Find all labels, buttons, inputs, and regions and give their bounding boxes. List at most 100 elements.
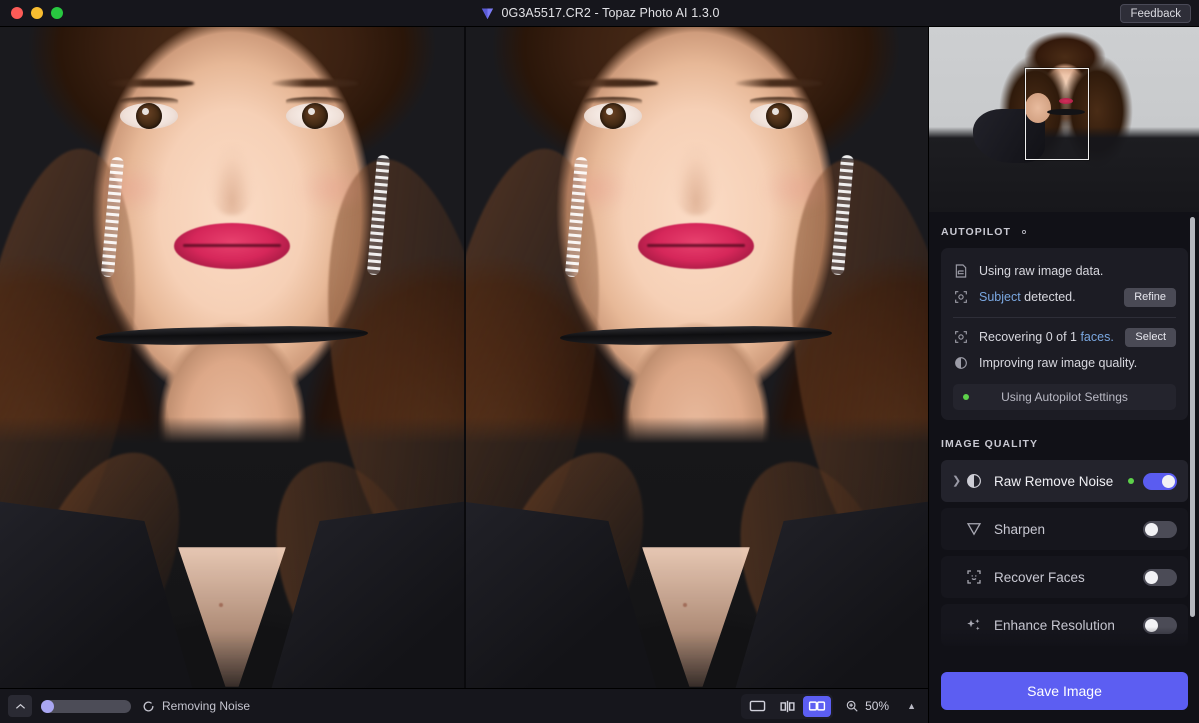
single-pane-icon (749, 700, 765, 712)
chest (178, 547, 286, 687)
cheek-right (762, 165, 832, 213)
maximize-window-button[interactable] (51, 7, 63, 19)
toggle-knob (1145, 522, 1158, 536)
autopilot-raw-text: Using raw image data. (979, 264, 1104, 278)
navigator-viewport-rect[interactable] (1025, 68, 1089, 160)
close-window-button[interactable] (11, 7, 23, 19)
topaz-logo-icon (481, 8, 493, 19)
zoom-menu-caret-icon[interactable]: ▲ (907, 701, 916, 711)
autopilot-faces-text: Recovering 0 of 1 faces. (979, 330, 1115, 344)
title-bar: 0G3A5517.CR2 - Topaz Photo AI 1.3.0 Feed… (0, 0, 1199, 27)
nose (673, 145, 719, 215)
view-controls: 50% ▲ (741, 693, 916, 719)
processed-preview-pane[interactable] (466, 27, 928, 688)
window-title-group: 0G3A5517.CR2 - Topaz Photo AI 1.3.0 (0, 6, 1199, 21)
filter-row-recover-faces[interactable]: Recover Faces (941, 556, 1188, 598)
toggle-knob (1162, 474, 1175, 488)
skin-mark (683, 603, 687, 607)
subject-detect-icon (955, 291, 967, 303)
navigator-thumbnail[interactable] (929, 27, 1199, 212)
autopilot-status-dot (963, 394, 969, 400)
faces-prefix: Recovering 0 of 1 (979, 330, 1081, 344)
filter-row-sharpen[interactable]: Sharpen (941, 508, 1188, 550)
save-button-container: Save Image (929, 659, 1199, 723)
noise-circle-icon (955, 357, 967, 369)
sparkle-icon (967, 619, 980, 631)
autopilot-subject-text: Subject detected. (979, 290, 1114, 304)
filter-label: Sharpen (994, 521, 1046, 537)
split-pane-icon (779, 700, 795, 712)
status-text: Removing Noise (162, 699, 251, 713)
raw-file-icon (955, 264, 967, 278)
view-mode-group (741, 693, 834, 719)
lips (174, 223, 290, 269)
filter-row-enhance-resolution[interactable]: Enhance Resolution (941, 604, 1188, 646)
feedback-button[interactable]: Feedback (1120, 4, 1191, 23)
gear-icon[interactable] (1018, 226, 1030, 238)
filter-label: Raw Remove Noise (994, 473, 1114, 489)
image-quality-section-header: IMAGE QUALITY (941, 438, 1188, 450)
iris-right (766, 103, 792, 129)
loading-spinner-icon (143, 701, 154, 711)
sidebar-scrollbar[interactable] (1190, 217, 1195, 617)
using-autopilot-settings-row[interactable]: Using Autopilot Settings (953, 384, 1176, 410)
single-view-button[interactable] (743, 696, 771, 717)
zoom-level-value: 50% (865, 699, 890, 713)
skin-mark (219, 603, 223, 607)
autopilot-row-quality: Improving raw image quality. (953, 350, 1176, 376)
status-bar: Removing Noise 50% ▲ (0, 688, 928, 723)
autopilot-section-header: AUTOPILOT (941, 226, 1188, 238)
eyebrow-right (736, 79, 822, 87)
faces-link[interactable]: faces. (1080, 330, 1113, 344)
lips (638, 223, 754, 269)
magnifier-icon[interactable] (845, 699, 859, 713)
dual-pane-icon (808, 701, 826, 711)
eyelid-left (584, 97, 642, 104)
minimize-window-button[interactable] (31, 7, 43, 19)
autopilot-divider (953, 317, 1176, 318)
right-sidebar: AUTOPILOT Using raw image data. Subject … (928, 27, 1199, 723)
filter-label: Recover Faces (994, 569, 1085, 585)
subject-link[interactable]: Subject (979, 290, 1021, 304)
original-preview-pane[interactable] (0, 27, 464, 688)
eyebrow-left (572, 79, 658, 87)
choker (559, 324, 833, 347)
collapse-panel-button[interactable] (8, 695, 32, 717)
image-canvas[interactable] (0, 27, 928, 688)
autopilot-card: Using raw image data. Subject detected. … (941, 248, 1188, 420)
filter-toggle-sharpen[interactable] (1143, 520, 1177, 538)
eyelid-left (120, 97, 178, 104)
eyebrow-right (272, 79, 358, 87)
cheek-right (298, 165, 368, 213)
choker (95, 324, 369, 347)
chevron-up-icon (15, 703, 25, 709)
face-detect-icon (955, 331, 967, 343)
nose (209, 145, 255, 215)
iris-left (600, 103, 626, 129)
refine-subject-button[interactable]: Refine (1124, 287, 1176, 307)
split-view-button[interactable] (773, 696, 801, 717)
save-image-button[interactable]: Save Image (941, 672, 1188, 710)
toggle-knob (1145, 570, 1158, 584)
zoom-controls: 50% ▲ (845, 699, 916, 713)
image-quality-title: IMAGE QUALITY (941, 438, 1039, 450)
portrait-image-right (466, 27, 928, 688)
autopilot-row-subject: Subject detected. Refine (953, 284, 1176, 310)
autopilot-row-raw-data: Using raw image data. (953, 258, 1176, 284)
select-faces-button[interactable]: Select (1125, 327, 1176, 347)
filter-toggle-raw-remove-noise[interactable] (1143, 472, 1177, 490)
chevron-right-icon[interactable]: ❯ (952, 475, 961, 487)
chest (642, 547, 750, 687)
eyebrow-left (108, 79, 194, 87)
filter-toggle-recover-faces[interactable] (1143, 568, 1177, 586)
settings-scroll-area[interactable]: AUTOPILOT Using raw image data. Subject … (929, 212, 1199, 663)
filter-toggle-enhance-resolution[interactable] (1143, 616, 1177, 634)
portrait-image-left (0, 27, 464, 688)
side-by-side-view-button[interactable] (803, 695, 832, 717)
subject-suffix: detected. (1020, 290, 1076, 304)
toggle-knob (1145, 618, 1158, 632)
filter-row-raw-remove-noise[interactable]: ❯ Raw Remove Noise (941, 460, 1188, 502)
window-title: 0G3A5517.CR2 - Topaz Photo AI 1.3.0 (501, 6, 720, 20)
progress-indicator (41, 699, 54, 713)
window-traffic-lights (0, 7, 63, 19)
